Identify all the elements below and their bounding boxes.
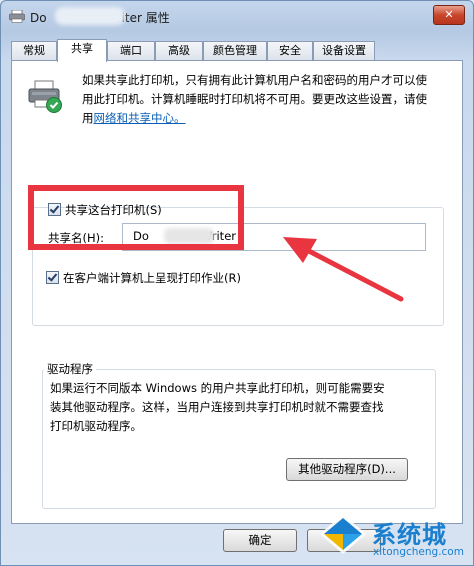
tab-device-settings[interactable]: 设备设置 — [313, 41, 375, 60]
redacted-name — [55, 7, 125, 25]
title-bar[interactable]: Do riter 属性 ✕ — [1, 1, 473, 31]
close-button[interactable]: ✕ — [433, 5, 465, 25]
checkbox-checked-icon — [46, 271, 59, 284]
additional-drivers-button[interactable]: 其他驱动程序(D)... — [286, 458, 408, 481]
sharing-panel: 如果共享此打印机，只有拥有此计算机用户名和密码的用户才可以使 用此打印机。计算机… — [11, 60, 463, 524]
annotation-highlight-box — [28, 185, 244, 250]
tab-ports[interactable]: 端口 — [107, 41, 155, 60]
printer-properties-window: Do riter 属性 ✕ 常规 共享 端口 高级 颜色管理 安全 设备设置 如果… — [0, 0, 474, 566]
sharing-info-text: 如果共享此打印机，只有拥有此计算机用户名和密码的用户才可以使 用此打印机。计算机… — [82, 73, 427, 125]
annotation-arrow-icon — [283, 237, 404, 302]
shared-printer-icon — [28, 80, 62, 113]
drivers-group-title: 驱动程序 — [44, 361, 96, 377]
watermark-url: xitongcheng.com — [373, 546, 464, 558]
tab-color-management[interactable]: 颜色管理 — [203, 41, 267, 60]
tab-security[interactable]: 安全 — [267, 41, 313, 60]
watermark-logo-icon — [320, 514, 366, 554]
render-on-client-checkbox[interactable]: 在客户端计算机上呈现打印作业(R) — [46, 270, 241, 286]
tab-sharing[interactable]: 共享 — [57, 39, 107, 62]
watermark-text: 系统城 — [372, 521, 447, 549]
drivers-description: 如果运行不同版本 Windows 的用户共享此打印机，则可能需要安 装其他驱动程… — [50, 381, 385, 433]
printer-icon — [9, 10, 25, 23]
network-sharing-center-link[interactable]: 网络和共享中心。 — [94, 111, 186, 125]
ok-button[interactable]: 确定 — [223, 529, 297, 552]
tab-general[interactable]: 常规 — [11, 41, 57, 60]
tab-advanced[interactable]: 高级 — [155, 41, 203, 60]
